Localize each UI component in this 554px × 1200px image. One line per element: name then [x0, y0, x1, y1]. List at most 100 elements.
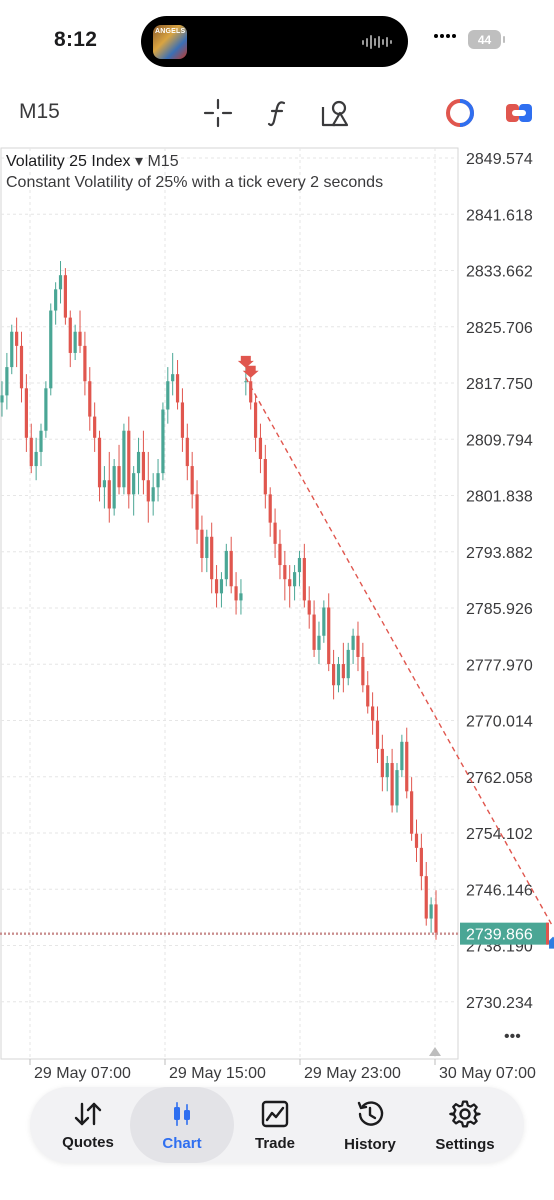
cellular-signal-icon — [434, 34, 456, 38]
now-playing-artwork: ANGELS — [153, 25, 187, 59]
one-click-trading-icon[interactable] — [443, 96, 477, 130]
y-tick-label: 2849.574 — [466, 151, 533, 168]
y-tick-label: 2841.618 — [466, 207, 533, 224]
candle-body — [414, 833, 419, 848]
candle-body — [58, 275, 63, 290]
symbol-dropdown-icon[interactable]: ▾ — [135, 153, 143, 170]
symbol-name[interactable]: Volatility 25 Index — [6, 153, 131, 170]
candle-body — [5, 367, 9, 396]
candle-body — [419, 847, 423, 877]
gear-icon — [449, 1099, 481, 1127]
candle-body — [127, 430, 131, 495]
candle-body — [239, 593, 243, 601]
candle-body — [161, 409, 165, 474]
candle-body — [93, 416, 97, 438]
candle-body — [73, 331, 77, 353]
chart-symbol-header[interactable]: Volatility 25 Index ▾ M15 — [6, 151, 179, 171]
chart-timeframe: M15 — [147, 153, 179, 170]
candle-body — [234, 586, 238, 601]
candle-body — [424, 876, 428, 919]
battery-icon: 44 — [468, 30, 505, 49]
candle-body — [10, 331, 14, 368]
candle-body — [317, 635, 321, 650]
battery-level: 44 — [477, 32, 492, 47]
x-tick-label: 30 May 07:00 — [439, 1065, 536, 1082]
candle-body — [268, 494, 272, 523]
nav-chart-label: Chart — [162, 1134, 202, 1152]
candle-body — [132, 473, 136, 495]
nav-chart[interactable]: Chart — [130, 1087, 234, 1163]
candle-body — [44, 388, 48, 431]
candle-body — [371, 706, 375, 721]
candle-body — [283, 565, 287, 580]
candle-body — [214, 579, 219, 594]
y-tick-label: 2833.662 — [466, 264, 533, 281]
x-tick-label: 29 May 23:00 — [304, 1065, 401, 1082]
candle-body — [380, 748, 384, 778]
price-chart[interactable]: 2849.574 2841.618 2833.662 2825.706 2817.750… — [0, 147, 554, 1087]
y-tick-label: 2770.014 — [466, 714, 533, 731]
candle-body — [278, 543, 282, 566]
current-price-label: 2739.866 — [466, 927, 533, 944]
trade-toggle-icon[interactable] — [502, 96, 536, 130]
candle-body — [336, 664, 341, 686]
candle-body — [122, 430, 126, 488]
candle-body — [205, 536, 209, 558]
candles-icon — [174, 1101, 190, 1126]
y-tick-label: 2809.794 — [466, 432, 533, 449]
candle-body — [375, 720, 380, 749]
nav-settings[interactable]: Settings — [417, 1087, 513, 1163]
history-clock-icon — [357, 1100, 384, 1126]
symbol-description: Constant Volatility of 25% with a tick e… — [6, 174, 384, 191]
nav-quotes-label: Quotes — [62, 1133, 114, 1151]
function-icon[interactable] — [261, 96, 295, 130]
current-price-tag-edge — [546, 922, 549, 945]
candle-body — [356, 635, 360, 657]
candle-body — [19, 345, 24, 389]
nav-history-label: History — [344, 1135, 396, 1153]
candle-body — [434, 904, 438, 933]
nav-trade[interactable]: Trade — [227, 1087, 323, 1163]
nav-quotes[interactable]: Quotes — [40, 1087, 136, 1163]
crosshair-icon[interactable] — [201, 96, 235, 130]
candle-body — [312, 614, 316, 650]
candle-body — [190, 466, 194, 495]
candle-body — [136, 451, 141, 474]
candle-body — [341, 664, 345, 679]
status-time: 8:12 — [54, 28, 98, 51]
candle-body — [54, 289, 58, 311]
more-options-icon[interactable]: ••• — [504, 1028, 521, 1045]
artwork-text: ANGELS — [155, 28, 186, 35]
nav-settings-label: Settings — [435, 1135, 495, 1153]
y-tick-label: 2746.146 — [466, 882, 533, 899]
candle-body — [366, 685, 370, 707]
candle-body — [385, 763, 389, 778]
candle-body — [175, 374, 180, 403]
candle-body — [63, 275, 67, 318]
candle-body — [253, 402, 258, 438]
candle-body — [200, 529, 204, 558]
y-tick-label: 2754.102 — [466, 826, 533, 843]
candle-body — [39, 430, 43, 452]
candle-body — [292, 572, 297, 587]
candle-body — [288, 579, 292, 587]
candle-body — [156, 473, 160, 488]
candle-body — [102, 480, 107, 488]
objects-icon[interactable] — [318, 96, 352, 130]
dynamic-island[interactable]: ANGELS — [141, 16, 408, 67]
candle-body — [49, 310, 53, 389]
candle-body — [405, 741, 409, 792]
nav-history[interactable]: History — [322, 1087, 418, 1163]
timeframe-button[interactable]: M15 — [19, 100, 60, 124]
y-tick-label: 2785.926 — [466, 601, 533, 618]
candle-body — [195, 494, 199, 530]
candle-body — [83, 345, 87, 382]
y-tick-label: 2762.058 — [466, 770, 533, 787]
candle-body — [68, 317, 72, 353]
candle-body — [210, 536, 214, 580]
chart-toolbar: M15 — [0, 90, 554, 136]
candle-body — [249, 381, 253, 403]
candle-body — [117, 466, 121, 488]
candle-body — [258, 437, 263, 460]
candle-body — [185, 437, 189, 467]
